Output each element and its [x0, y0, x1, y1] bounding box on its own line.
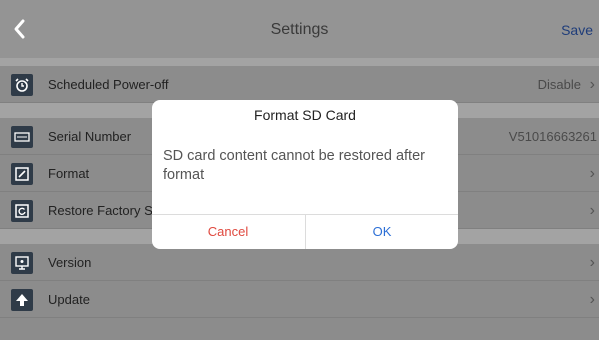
row-label: Version — [48, 255, 92, 270]
ok-button[interactable]: OK — [305, 215, 458, 249]
format-sd-card-dialog: Format SD Card SD card content cannot be… — [152, 100, 458, 249]
page-title: Settings — [270, 21, 329, 38]
chevron-right-icon: › — [589, 202, 595, 219]
section-divider — [0, 58, 599, 66]
cancel-button[interactable]: Cancel — [152, 215, 304, 249]
restore-icon — [11, 200, 33, 222]
chevron-right-icon: › — [589, 165, 595, 182]
top-bar: Settings Save — [0, 0, 599, 58]
row-label: Serial Number — [48, 129, 132, 144]
format-icon — [11, 163, 33, 185]
version-icon — [11, 252, 33, 274]
row-label: Format — [48, 166, 90, 181]
dialog-title: Format SD Card — [254, 107, 356, 123]
chevron-right-icon: › — [589, 254, 595, 271]
save-button[interactable]: Save — [561, 0, 593, 58]
upload-arrow-icon — [11, 289, 33, 311]
row-scheduled-power-off[interactable]: Scheduled Power-off Disable › — [0, 66, 599, 103]
serial-number-icon — [11, 126, 33, 148]
row-value: V51016663261 — [508, 129, 597, 144]
dialog-message: SD card content cannot be restored after… — [163, 148, 425, 183]
row-label: Scheduled Power-off — [48, 77, 169, 92]
row-label: Update — [48, 292, 90, 307]
row-value: Disable — [537, 77, 581, 92]
row-version[interactable]: Version › — [0, 244, 599, 281]
chevron-right-icon: › — [589, 76, 595, 93]
row-update[interactable]: Update › — [0, 281, 599, 318]
alarm-clock-icon — [11, 74, 33, 96]
dialog-buttons: Cancel OK — [152, 214, 458, 249]
chevron-right-icon: › — [589, 291, 595, 308]
